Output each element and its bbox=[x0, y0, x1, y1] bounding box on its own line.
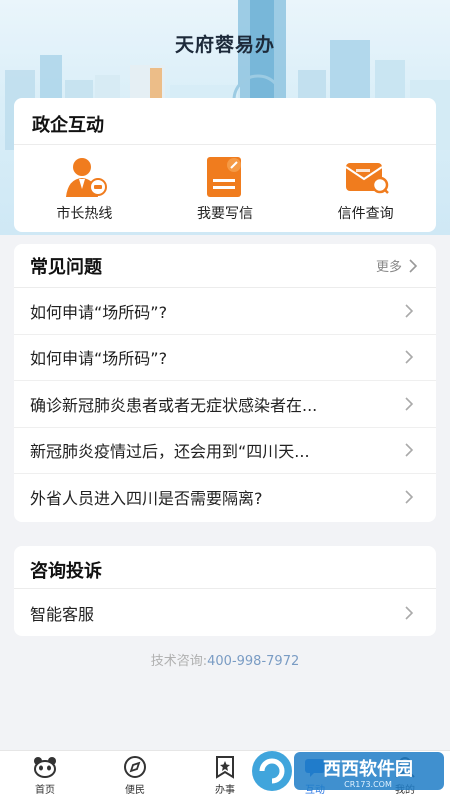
faq-item[interactable]: 外省人员进入四川是否需要隔离? bbox=[14, 474, 436, 521]
faq-item-text: 如何申请“场所码”? bbox=[30, 302, 168, 322]
complaint-title: 咨询投诉 bbox=[14, 546, 436, 589]
chevron-right-icon bbox=[405, 397, 414, 411]
chevron-right-icon bbox=[409, 258, 418, 273]
mayor-hotline-button[interactable]: 市长热线 bbox=[24, 155, 144, 223]
chevron-right-icon bbox=[405, 443, 414, 457]
faq-item-text: 外省人员进入四川是否需要隔离? bbox=[30, 489, 263, 509]
chevron-right-icon bbox=[405, 490, 414, 504]
faq-item-text: 新冠肺炎疫情过后，还会用到“四川天... bbox=[30, 442, 310, 462]
chevron-right-icon bbox=[405, 605, 414, 620]
write-letter-button[interactable]: 我要写信 bbox=[165, 155, 285, 223]
compass-icon bbox=[123, 755, 147, 779]
letter-query-button[interactable]: 信件查询 bbox=[306, 155, 426, 223]
letter-query-label: 信件查询 bbox=[337, 206, 394, 222]
write-letter-icon bbox=[201, 155, 249, 199]
app-title: 天府蓉易办 bbox=[174, 34, 275, 56]
tab-home-label: 首页 bbox=[35, 785, 55, 796]
watermark-text: 西西软件园 bbox=[323, 758, 413, 780]
faq-item[interactable]: 新冠肺炎疫情过后，还会用到“四川天... bbox=[14, 428, 436, 474]
smart-service-item[interactable]: 智能客服 bbox=[14, 589, 436, 636]
faq-item-text: 确诊新冠肺炎患者或者无症状感染者在... bbox=[30, 395, 318, 415]
tab-convenience-label: 便民 bbox=[125, 785, 145, 796]
watermark-subtext: CR173.COM bbox=[344, 780, 392, 789]
tech-support-label: 技术咨询: bbox=[150, 654, 208, 669]
complaint-card: 咨询投诉 智能客服 bbox=[14, 546, 436, 636]
home-panda-icon bbox=[33, 755, 57, 779]
letter-query-icon bbox=[342, 155, 390, 199]
more-label: 更多 bbox=[375, 260, 402, 275]
faq-item[interactable]: 如何申请“场所码”? bbox=[14, 335, 436, 381]
interaction-card: 政企互动 市长热线 我要写信 信件查询 bbox=[14, 98, 436, 232]
more-link[interactable]: 更多 bbox=[376, 256, 418, 275]
chevron-right-icon bbox=[405, 304, 414, 318]
faq-item[interactable]: 如何申请“场所码”? bbox=[14, 288, 436, 335]
smart-service-label: 智能客服 bbox=[30, 604, 95, 624]
interaction-actions: 市长热线 我要写信 信件查询 bbox=[14, 145, 436, 223]
watermark-logo: 西西软件园 CR173.COM bbox=[252, 751, 444, 791]
tab-services-label: 办事 bbox=[215, 785, 235, 796]
faq-title: 常见问题 bbox=[30, 256, 102, 278]
write-letter-label: 我要写信 bbox=[196, 206, 253, 222]
tech-support-line: 技术咨询:400-998-7972 bbox=[0, 650, 450, 669]
faq-header: 常见问题 更多 bbox=[14, 244, 436, 288]
faq-card: 常见问题 更多 如何申请“场所码”? 如何申请“场所码”? 确诊新冠肺炎患者或者… bbox=[14, 244, 436, 522]
faq-item-text: 如何申请“场所码”? bbox=[30, 349, 168, 369]
mayor-hotline-icon bbox=[60, 155, 108, 199]
mayor-hotline-label: 市长热线 bbox=[56, 206, 113, 222]
chevron-right-icon bbox=[405, 350, 414, 364]
faq-item[interactable]: 确诊新冠肺炎患者或者无症状感染者在... bbox=[14, 381, 436, 428]
bookmark-star-icon bbox=[213, 755, 237, 779]
tab-home[interactable]: 首页 bbox=[0, 751, 90, 800]
tech-support-phone[interactable]: 400-998-7972 bbox=[207, 654, 299, 669]
tab-convenience[interactable]: 便民 bbox=[90, 751, 180, 800]
interaction-title: 政企互动 bbox=[32, 115, 104, 136]
